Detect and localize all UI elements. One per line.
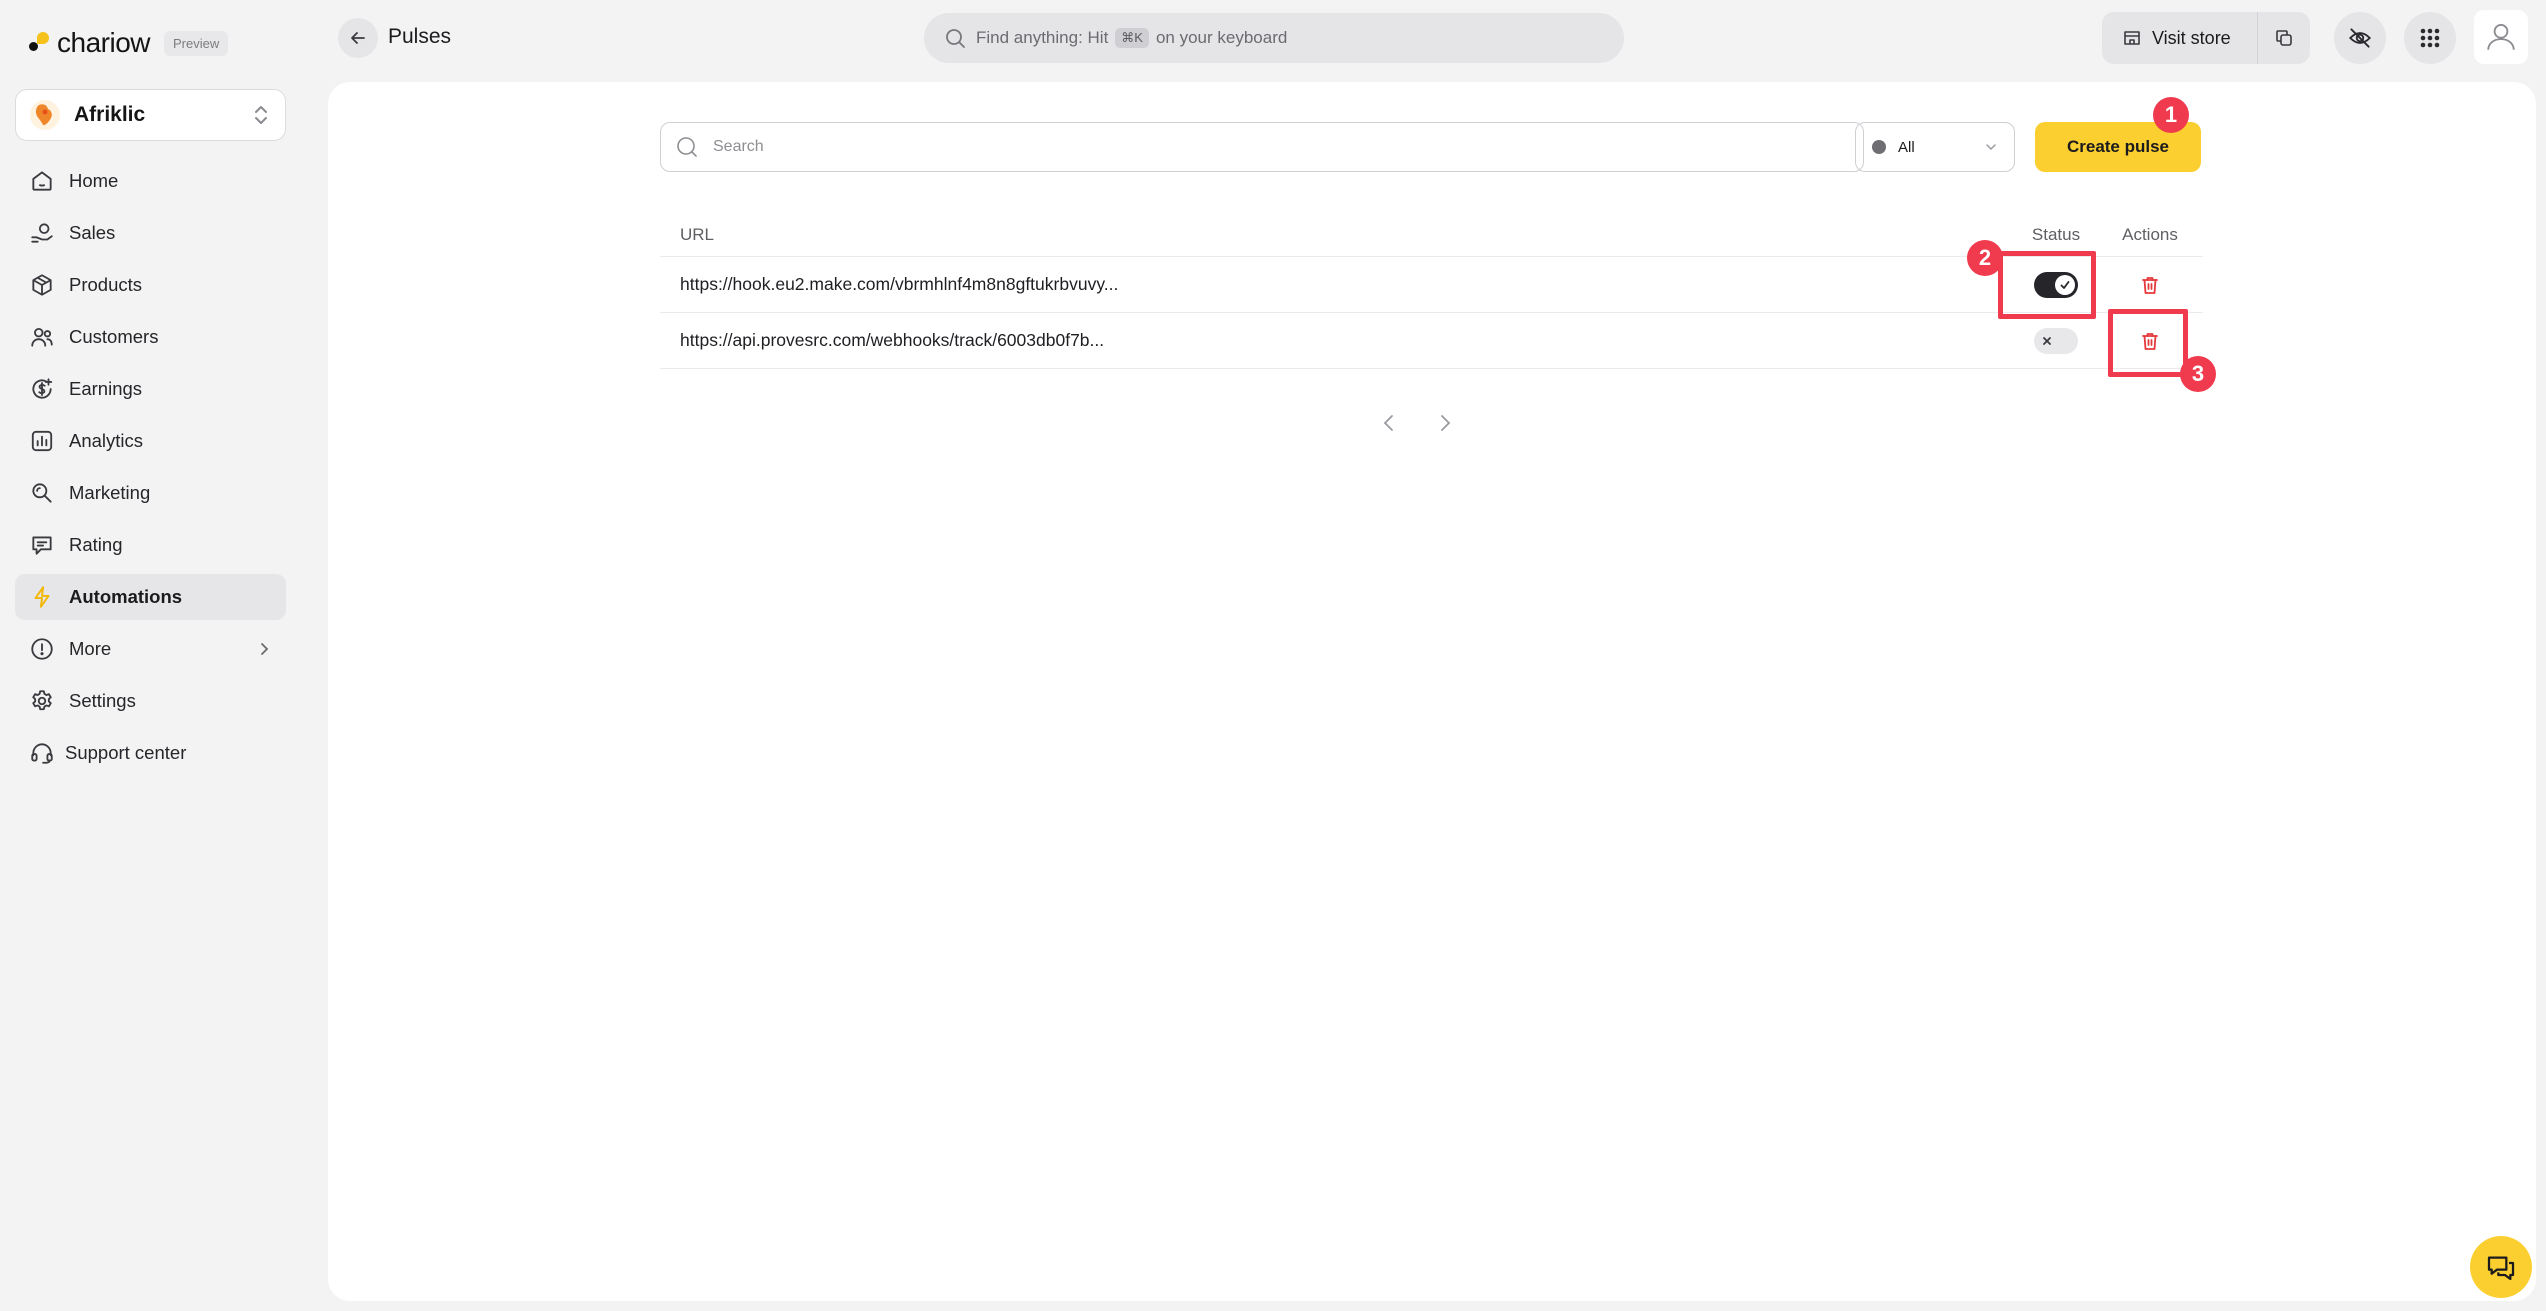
table-row: https://api.provesrc.com/webhooks/track/… [660,313,2203,369]
sidebar-item-label: Analytics [69,430,144,451]
preview-badge: Preview [163,30,229,56]
store-avatar [30,100,60,130]
sidebar-item-label: Support center [65,742,187,763]
sidebar-item-support-center[interactable]: Support center [15,730,286,776]
sidebar-item-settings[interactable]: Settings [15,678,286,724]
eye-off-icon [2348,28,2372,48]
chat-support-button[interactable] [2470,1236,2532,1298]
chevron-updown-icon [255,106,267,124]
info-icon [29,636,55,662]
copy-icon [2275,30,2292,46]
global-search-prefix: Find anything: Hit [976,28,1109,47]
apps-grid-button[interactable] [2404,12,2456,64]
global-search-bar[interactable]: Find anything: Hit ⌘K on your keyboard [924,13,1624,63]
sidebar-nav: Home Sales Products Customers Earnings A… [15,158,286,782]
copy-link-button[interactable] [2258,12,2310,64]
storefront-icon [2124,31,2140,45]
status-toggle[interactable] [2034,327,2078,354]
sidebar-item-home[interactable]: Home [15,158,286,204]
sidebar-item-label: Settings [69,690,136,711]
users-icon [29,324,55,350]
visit-store-label: Visit store [2152,27,2231,48]
sidebar-item-label: Automations [69,586,183,607]
chevron-left-icon[interactable] [1378,412,1400,434]
visit-store-button[interactable]: Visit store [2102,12,2258,64]
pulse-search-placeholder: Search [713,138,764,155]
store-switcher[interactable]: Afriklic [15,89,286,141]
sidebar-item-automations[interactable]: Automations [15,574,286,620]
status-filter-select[interactable]: All [1855,122,2015,172]
sidebar-item-label: Customers [69,326,159,347]
sidebar-item-earnings[interactable]: Earnings [15,366,286,412]
brand[interactable]: chariow Preview [29,27,229,59]
pulse-url[interactable]: https://hook.eu2.make.com/vbrmhlnf4m8n8g… [660,274,2009,295]
sales-icon [29,220,55,246]
pulses-table: URL Status Actions https://hook.eu2.make… [660,213,2203,369]
column-header-actions: Actions [2122,224,2178,244]
annotation-badge-2: 2 [1967,240,2003,276]
annotation-badge-1: 1 [2153,97,2189,133]
chart-icon [29,428,55,454]
search-icon [946,29,965,48]
sidebar-item-label: Products [69,274,143,295]
bolt-icon [29,584,55,610]
back-button[interactable] [338,18,378,58]
headset-icon [29,740,55,766]
visit-store-group: Visit store [2102,12,2310,64]
annotation-highlight-2 [1998,251,2096,319]
column-header-status: Status [2031,224,2081,244]
home-icon [29,168,55,194]
trash-icon[interactable] [2139,274,2161,296]
shortcut-key: ⌘K [1115,28,1149,48]
search-icon [677,137,697,157]
sidebar-item-label: Earnings [69,378,143,399]
message-icon [29,532,55,558]
box-icon [29,272,55,298]
chat-bubbles-icon [2487,1256,2515,1281]
dollar-icon [29,376,55,402]
sidebar-item-marketing[interactable]: Marketing [15,470,286,516]
sidebar-item-label: Marketing [69,482,151,503]
pulse-url[interactable]: https://api.provesrc.com/webhooks/track/… [660,330,2009,351]
sidebar-item-customers[interactable]: Customers [15,314,286,360]
gear-icon [29,688,55,714]
grid-dots-icon [2420,28,2440,48]
chevron-right-icon[interactable] [1434,412,1456,434]
sidebar: chariow Preview Afriklic Home Sales Prod… [0,0,316,1311]
main-panel: Search All Create pulse URL Status Actio… [328,82,2536,1301]
sidebar-item-products[interactable]: Products [15,262,286,308]
chariow-logo-icon [29,28,51,58]
sidebar-item-analytics[interactable]: Analytics [15,418,286,464]
user-menu-button[interactable] [2474,10,2528,64]
pulse-search-input[interactable]: Search [660,122,1864,172]
hide-preview-button[interactable] [2334,12,2386,64]
annotation-highlight-3 [2108,309,2188,377]
pagination [1378,412,1456,434]
global-search-suffix: on your keyboard [1155,28,1288,47]
sidebar-item-label: More [69,638,112,659]
x-icon [2043,336,2051,345]
status-filter-value: All [1898,138,1915,156]
brand-name: chariow [57,27,150,58]
sidebar-item-label: Home [69,170,119,191]
store-name: Afriklic [74,103,146,126]
annotation-badge-3: 3 [2180,356,2216,392]
sidebar-item-sales[interactable]: Sales [15,210,286,256]
arrow-left-icon [351,32,365,44]
sidebar-item-more[interactable]: More [15,626,286,672]
sidebar-item-label: Sales [69,222,116,243]
page-title: Pulses [388,25,452,48]
sidebar-item-label: Rating [69,534,123,555]
status-dot [1872,140,1886,154]
column-header-url: URL [680,224,715,244]
sidebar-item-rating[interactable]: Rating [15,522,286,568]
chevron-down-icon [1986,144,1996,151]
user-icon [2487,24,2515,50]
megaphone-icon [29,480,55,506]
chevron-right-icon [261,643,269,655]
